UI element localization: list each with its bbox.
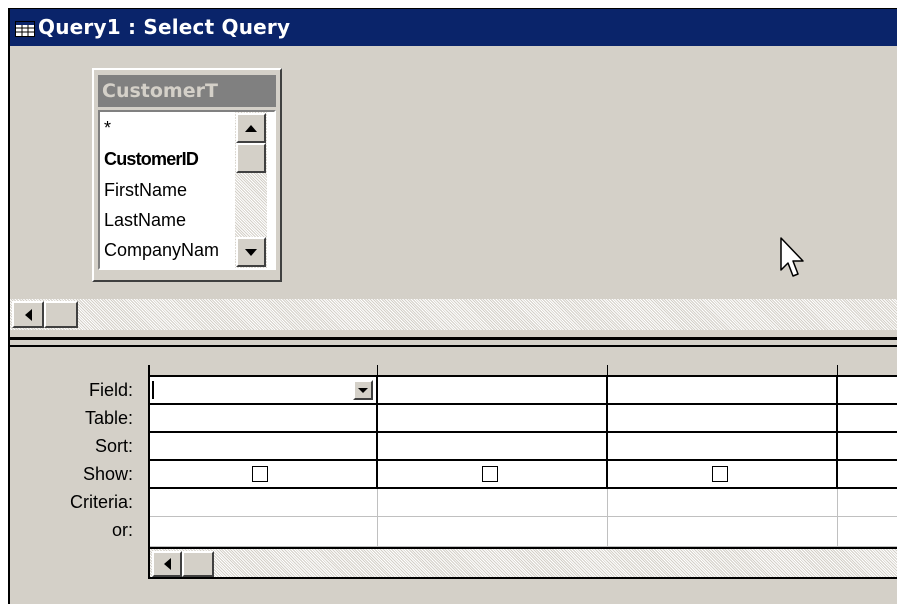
show-cell[interactable] <box>608 461 838 489</box>
grid-left-border <box>148 365 150 577</box>
show-cell[interactable] <box>148 461 378 489</box>
row-label-field: Field: <box>88 380 133 400</box>
show-cell[interactable] <box>838 461 897 489</box>
or-cell[interactable] <box>148 517 378 547</box>
field-dropdown-button[interactable] <box>353 380 373 400</box>
table-pane[interactable]: CustomerT * CustomerID FirstName LastNam… <box>10 46 897 336</box>
table-title[interactable]: CustomerT <box>98 75 276 107</box>
field-item-lastname[interactable]: LastName <box>104 205 186 235</box>
field-item-customerid[interactable]: CustomerID <box>104 144 199 174</box>
criteria-cell[interactable] <box>378 489 608 517</box>
field-cell[interactable] <box>838 377 897 405</box>
show-checkbox[interactable] <box>712 466 728 482</box>
scroll-left-button[interactable] <box>12 301 44 328</box>
arrow-left-icon <box>24 308 32 321</box>
chevron-down-icon <box>358 387 368 393</box>
field-cell[interactable] <box>378 377 608 405</box>
table-pane-hscrollbar[interactable] <box>10 299 897 330</box>
criteria-cell[interactable] <box>608 489 838 517</box>
or-cell[interactable] <box>378 517 608 547</box>
arrow-left-icon <box>163 558 171 570</box>
field-item-companyname[interactable]: CompanyNam <box>104 235 219 265</box>
customer-table-field-list[interactable]: CustomerT * CustomerID FirstName LastNam… <box>92 68 282 282</box>
column-selector[interactable] <box>148 365 378 377</box>
field-list-scrollbar[interactable] <box>235 112 267 268</box>
sort-cell[interactable] <box>378 433 608 461</box>
scroll-thumb[interactable] <box>44 301 78 328</box>
row-label-or: or: <box>111 520 133 540</box>
field-cell[interactable] <box>148 377 378 405</box>
field-cell[interactable] <box>608 377 838 405</box>
scroll-left-button[interactable] <box>152 551 182 577</box>
scroll-thumb[interactable] <box>182 551 214 577</box>
grid-hscrollbar[interactable] <box>148 547 897 579</box>
column-selector[interactable] <box>608 365 838 377</box>
show-cell[interactable] <box>378 461 608 489</box>
title-bar[interactable]: Query1 : Select Query <box>10 9 897 46</box>
sort-cell[interactable] <box>838 433 897 461</box>
criteria-cell[interactable] <box>148 489 378 517</box>
table-cell[interactable] <box>148 405 378 433</box>
scroll-thumb[interactable] <box>236 143 266 173</box>
sort-cell[interactable] <box>148 433 378 461</box>
field-item-all[interactable]: * <box>104 113 111 143</box>
query-grid-icon <box>15 21 35 37</box>
sort-cell[interactable] <box>608 433 838 461</box>
field-item-firstname[interactable]: FirstName <box>104 175 187 205</box>
column-selector[interactable] <box>378 365 608 377</box>
show-checkbox[interactable] <box>252 466 268 482</box>
row-label-show: Show: <box>82 464 133 484</box>
criteria-cell[interactable] <box>838 489 897 517</box>
row-label-table: Table: <box>84 408 133 428</box>
text-caret <box>152 381 154 399</box>
row-label-criteria: Criteria: <box>69 492 133 512</box>
design-grid[interactable] <box>148 365 897 577</box>
query-window: Query1 : Select Query CustomerT * Custom… <box>8 8 897 604</box>
arrow-down-icon <box>245 248 257 256</box>
arrow-up-icon <box>245 124 257 132</box>
table-cell[interactable] <box>838 405 897 433</box>
row-label-sort: Sort: <box>94 436 133 456</box>
or-cell[interactable] <box>838 517 897 547</box>
window-title: Query1 : Select Query <box>38 15 291 39</box>
scroll-up-button[interactable] <box>236 113 266 143</box>
mouse-pointer-icon <box>780 237 804 277</box>
table-cell[interactable] <box>378 405 608 433</box>
or-cell[interactable] <box>608 517 838 547</box>
field-list[interactable]: * CustomerID FirstName LastName CompanyN… <box>98 110 276 270</box>
show-checkbox[interactable] <box>482 466 498 482</box>
scroll-down-button[interactable] <box>236 237 266 267</box>
table-cell[interactable] <box>608 405 838 433</box>
pane-splitter[interactable] <box>10 337 897 347</box>
column-selector[interactable] <box>838 365 897 377</box>
